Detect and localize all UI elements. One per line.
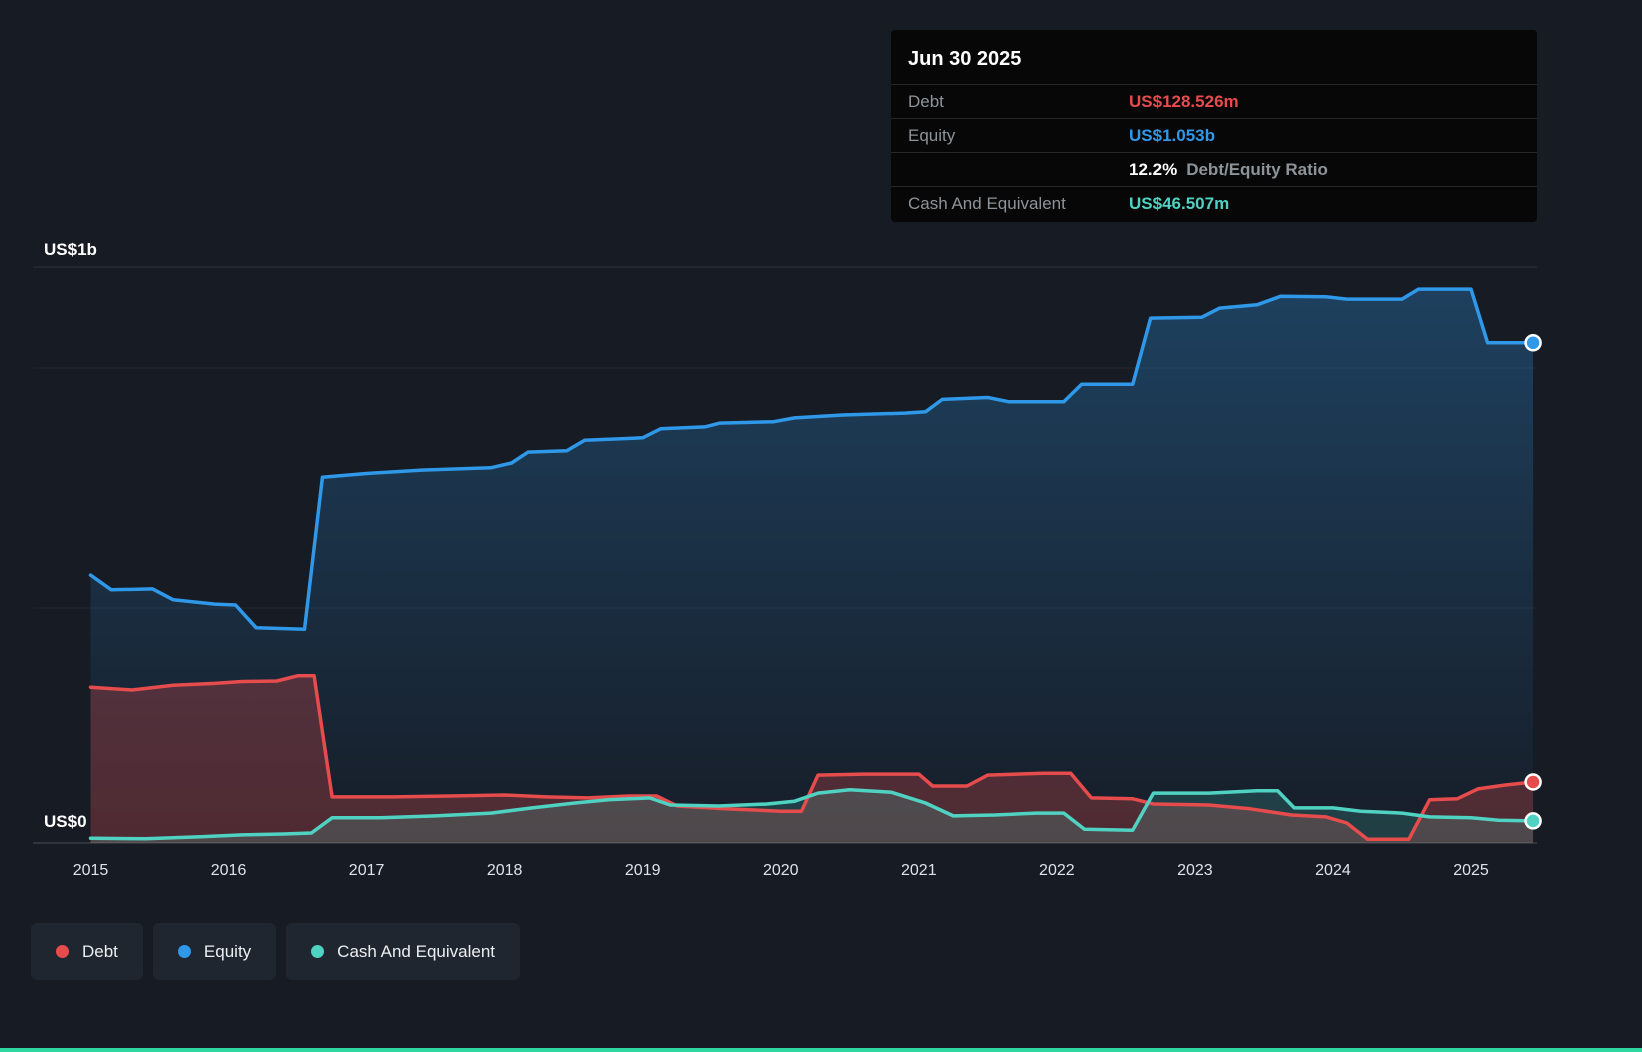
- legend-label: Cash And Equivalent: [337, 941, 496, 961]
- x-axis-tick-2020: 2020: [762, 862, 799, 879]
- y-axis-label-bottom: US$0: [44, 812, 87, 831]
- tooltip-row-cash: Cash And Equivalent US$46.507m: [891, 186, 1537, 220]
- x-axis-tick-2021: 2021: [901, 862, 937, 879]
- tooltip-ratio-value: 12.2%: [1129, 159, 1178, 179]
- tooltip-date: Jun 30 2025: [908, 48, 1022, 70]
- legend-item-equity[interactable]: Equity: [152, 923, 277, 980]
- chart-tooltip: Jun 30 2025 Debt US$128.526m Equity US$1…: [891, 30, 1537, 222]
- tooltip-row-debt: Debt US$128.526m: [891, 84, 1537, 118]
- chart-legend: Debt Equity Cash And Equivalent: [31, 923, 521, 980]
- x-axis-tick-2015: 2015: [72, 862, 109, 879]
- legend-dot-equity: [177, 945, 191, 958]
- tooltip-ratio-text: Debt/Equity Ratio: [1186, 159, 1328, 179]
- marker-debt[interactable]: [1524, 773, 1542, 791]
- bottom-accent-bar: [0, 1048, 1642, 1052]
- tooltip-equity-value: US$1.053b: [1129, 125, 1215, 145]
- x-axis-tick-2019: 2019: [624, 862, 661, 879]
- tooltip-debt-value: US$128.526m: [1129, 91, 1239, 111]
- tooltip-cash-label: Cash And Equivalent: [908, 193, 1066, 213]
- legend-item-debt[interactable]: Debt: [31, 923, 143, 980]
- x-axis-tick-2024: 2024: [1315, 862, 1351, 879]
- tooltip-equity-label: Equity: [908, 125, 956, 145]
- y-axis-label-top: US$1b: [44, 240, 97, 259]
- tooltip-debt-label: Debt: [908, 91, 944, 111]
- tooltip-row-ratio: 12.2% Debt/Equity Ratio: [891, 152, 1537, 186]
- legend-dot-debt: [56, 945, 69, 958]
- x-axis-tick-2025: 2025: [1453, 862, 1489, 879]
- x-axis-tick-2017: 2017: [348, 862, 385, 879]
- legend-label: Debt: [82, 941, 118, 961]
- legend-item-cash-and-equivalent[interactable]: Cash And Equivalent: [286, 923, 521, 980]
- x-axis-tick-2022: 2022: [1039, 862, 1075, 879]
- x-axis-tick-2016: 2016: [210, 862, 247, 879]
- marker-equity[interactable]: [1524, 334, 1542, 352]
- legend-label: Equity: [203, 941, 252, 961]
- tooltip-row-equity: Equity US$1.053b: [891, 118, 1537, 152]
- x-axis-tick-2023: 2023: [1177, 862, 1213, 879]
- legend-dot-cash-and-equivalent: [311, 945, 325, 958]
- tooltip-cash-value: US$46.507m: [1129, 193, 1230, 213]
- x-axis-tick-2018: 2018: [486, 862, 523, 879]
- marker-cash-and-equivalent[interactable]: [1524, 812, 1542, 830]
